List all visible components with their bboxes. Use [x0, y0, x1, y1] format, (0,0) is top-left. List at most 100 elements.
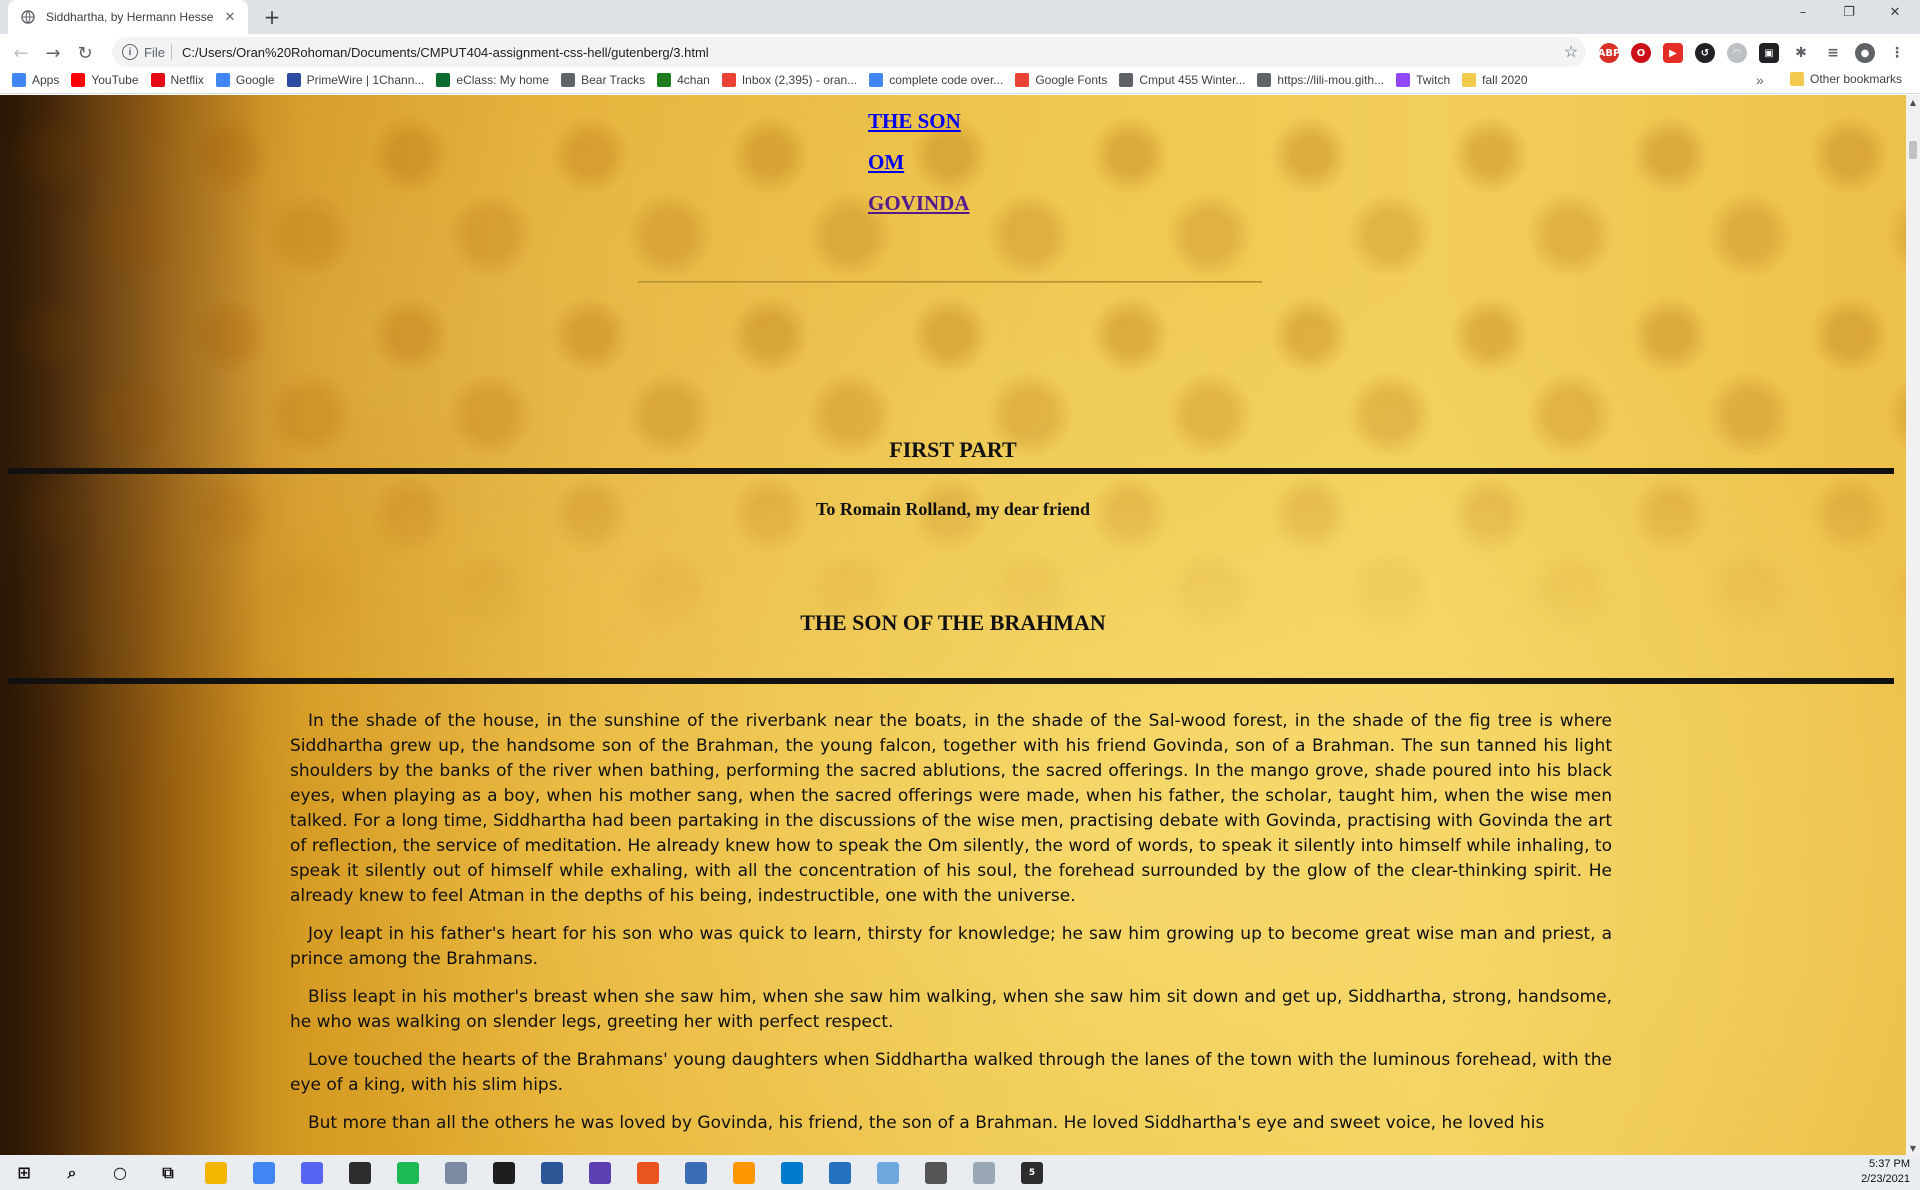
bookmark-label: 4chan: [677, 72, 710, 87]
google-fonts-icon: [1015, 72, 1030, 87]
bookmark-item[interactable]: Inbox (2,395) - oran...: [721, 72, 857, 87]
paragraph: Joy leapt in his father's heart for his …: [290, 924, 1612, 969]
bookmarks-overflow-button[interactable]: »: [1756, 72, 1764, 88]
stack-icon[interactable]: 5: [1008, 1155, 1056, 1190]
search-icon[interactable]: ⌕: [48, 1155, 96, 1190]
system-clock[interactable]: 5:37 PM 2/23/2021: [1861, 1157, 1910, 1187]
bookmark-item[interactable]: complete code over...: [869, 72, 1003, 87]
bookmark-item[interactable]: Google: [215, 72, 275, 87]
wallet-icon[interactable]: ▣: [1759, 43, 1779, 63]
ubuntu-icon[interactable]: [624, 1155, 672, 1190]
scroll-up-arrow-icon[interactable]: ▲: [1906, 95, 1920, 109]
clock-date: 2/23/2021: [1861, 1173, 1910, 1185]
chrome-icon[interactable]: [240, 1155, 288, 1190]
menu-dots-icon[interactable]: ⋮: [1887, 43, 1907, 63]
virtualbox-icon[interactable]: [672, 1155, 720, 1190]
scroll-down-arrow-icon[interactable]: ▼: [1906, 1141, 1920, 1155]
sync-icon[interactable]: ↺: [1695, 43, 1715, 63]
settings-icon[interactable]: [912, 1155, 960, 1190]
part-heading-rule: [8, 468, 1894, 474]
bookmark-item[interactable]: Twitch: [1396, 72, 1450, 87]
minimize-button[interactable]: –: [1780, 0, 1826, 24]
spotify-icon[interactable]: [384, 1155, 432, 1190]
close-tab-icon[interactable]: ✕: [222, 9, 238, 25]
notification-badge: 5: [1028, 1167, 1036, 1178]
other-bookmarks-label: Other bookmarks: [1810, 72, 1903, 86]
google-icon: [215, 72, 230, 87]
sublime-icon[interactable]: [720, 1155, 768, 1190]
opera-icon[interactable]: O: [1631, 43, 1651, 63]
toc-link-the-son[interactable]: THE SON: [868, 109, 970, 134]
vscode-icon[interactable]: [768, 1155, 816, 1190]
url-text[interactable]: C:/Users/Oran%20Rohoman/Documents/CMPUT4…: [182, 45, 1556, 60]
extension-gray-icon[interactable]: ◠: [1727, 43, 1747, 63]
bookmark-item[interactable]: PrimeWire | 1Chann...: [286, 72, 425, 87]
primewire-icon: [286, 72, 301, 87]
netflix-icon: [150, 72, 165, 87]
files-icon[interactable]: [864, 1155, 912, 1190]
folder-icon: [1462, 72, 1477, 87]
paragraph: Bliss leapt in his mother's breast when …: [290, 987, 1612, 1032]
bookmark-label: PrimeWire | 1Chann...: [306, 72, 425, 87]
cortana-icon[interactable]: ○: [96, 1155, 144, 1190]
horizontal-rule: [638, 281, 1262, 283]
adblock-icon[interactable]: ABP: [1598, 43, 1620, 63]
scroll-thumb[interactable]: [1909, 141, 1917, 159]
browser-tab[interactable]: Siddhartha, by Hermann Hesse ✕: [8, 0, 248, 34]
new-tab-button[interactable]: +: [258, 4, 286, 30]
paragraph: But more than all the others he was love…: [308, 1113, 1545, 1133]
chapter-body: In the shade of the house, in the sunshi…: [290, 709, 1612, 1149]
info-icon[interactable]: i: [122, 44, 138, 60]
network-icon[interactable]: [528, 1155, 576, 1190]
powershell-icon[interactable]: [816, 1155, 864, 1190]
browser-toolbar: ← → ↻ i File C:/Users/Oran%20Rohoman/Doc…: [0, 34, 1920, 94]
globe-icon: [561, 72, 576, 87]
bookmark-item[interactable]: 4chan: [657, 72, 710, 87]
tab-strip: Siddhartha, by Hermann Hesse ✕ + – ❐ ✕: [0, 0, 1920, 34]
puzzle-extensions-icon[interactable]: ✱: [1791, 43, 1811, 63]
bookmark-item[interactable]: Apps: [12, 72, 59, 87]
other-bookmarks[interactable]: Other bookmarks: [1790, 72, 1902, 86]
discord-icon[interactable]: [288, 1155, 336, 1190]
toc-link-govinda[interactable]: GOVINDA: [868, 191, 970, 216]
bookmark-label: Bear Tracks: [581, 72, 646, 87]
bookmark-label: Google: [235, 72, 275, 87]
vertical-scrollbar[interactable]: ▲ ▼: [1906, 95, 1920, 1155]
folder-icon: [1790, 72, 1804, 86]
bookmark-item[interactable]: eClass: My home: [436, 72, 549, 87]
address-bar[interactable]: i File C:/Users/Oran%20Rohoman/Documents…: [112, 37, 1586, 67]
task-view-icon[interactable]: ⧉: [144, 1155, 192, 1190]
forward-arrow-icon[interactable]: →: [38, 39, 68, 67]
table-of-contents: THE SON OM GOVINDA: [868, 109, 970, 232]
back-arrow-icon[interactable]: ←: [6, 39, 36, 67]
url-scheme: File: [144, 44, 165, 60]
globe-icon: [1257, 72, 1272, 87]
bookmark-item[interactable]: YouTube: [71, 72, 139, 87]
docs-icon: [869, 72, 884, 87]
bookmark-item[interactable]: fall 2020: [1462, 72, 1528, 87]
reload-icon[interactable]: ↻: [70, 39, 100, 67]
media-queue-icon[interactable]: ≡: [1823, 43, 1843, 63]
profile-avatar[interactable]: ●: [1855, 43, 1875, 63]
file-explorer-icon[interactable]: [192, 1155, 240, 1190]
obs-icon[interactable]: [576, 1155, 624, 1190]
paragraph: In the shade of the house, in the sunshi…: [290, 711, 1612, 906]
photos-icon[interactable]: [432, 1155, 480, 1190]
restore-button[interactable]: ❐: [1826, 0, 1872, 24]
snipping-icon[interactable]: [960, 1155, 1008, 1190]
sticky-notes-icon[interactable]: [336, 1155, 384, 1190]
toc-link-om[interactable]: OM: [868, 150, 970, 175]
windows-start-icon[interactable]: ⊞: [0, 1155, 48, 1190]
bookmark-item[interactable]: Cmput 455 Winter...: [1119, 72, 1245, 87]
youtube-ext-icon[interactable]: ▶: [1663, 43, 1683, 63]
twitch-icon: [1396, 72, 1411, 87]
bookmark-item[interactable]: Google Fonts: [1015, 72, 1107, 87]
close-window-button[interactable]: ✕: [1872, 0, 1918, 24]
paragraph: Love touched the hearts of the Brahmans'…: [290, 1050, 1612, 1095]
terminal-icon[interactable]: [480, 1155, 528, 1190]
bookmark-item[interactable]: Netflix: [150, 72, 204, 87]
clock-time: 5:37 PM: [1869, 1158, 1910, 1170]
bookmark-star-icon[interactable]: ☆: [1556, 42, 1586, 62]
bookmark-item[interactable]: Bear Tracks: [561, 72, 646, 87]
bookmark-item[interactable]: https://lili-mou.gith...: [1257, 72, 1384, 87]
